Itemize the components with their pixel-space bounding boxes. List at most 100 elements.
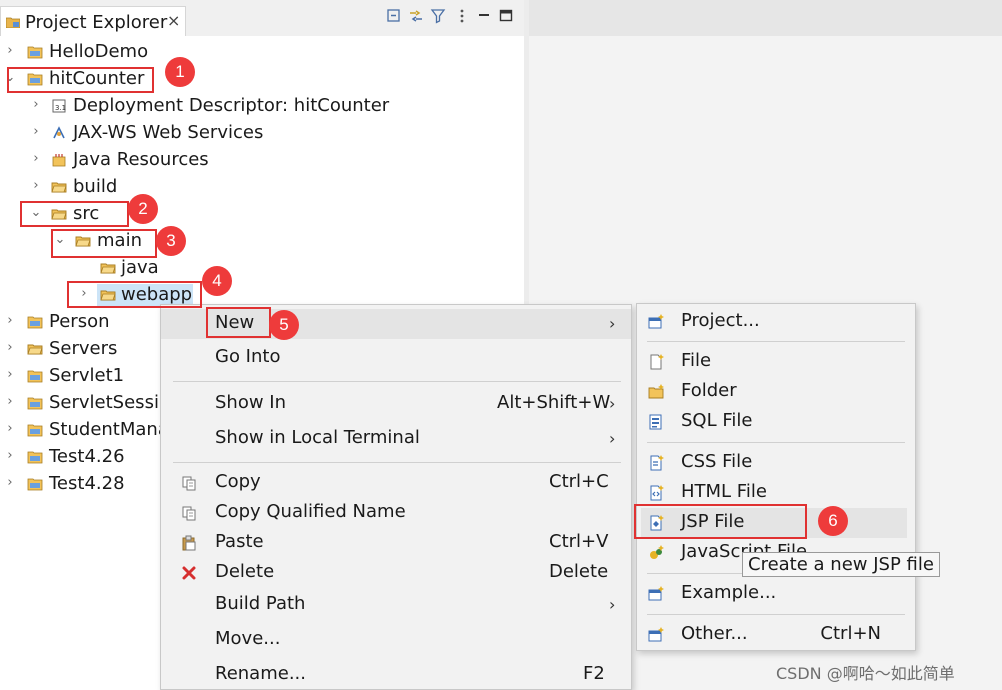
sql-file-icon <box>649 414 662 430</box>
menu-item-label: Show In <box>215 392 287 413</box>
annotation-box-jsp-file <box>634 504 807 539</box>
tree-item-label: java <box>121 257 159 278</box>
other-wizard-icon <box>648 627 664 642</box>
tree-item-label: Person <box>49 311 110 332</box>
menu-item-label: Rename... <box>215 663 306 684</box>
tree-item-label: JAX-WS Web Services <box>73 122 264 143</box>
menu-item-build-path[interactable]: Build Path › <box>161 590 631 620</box>
submenu-item-label: HTML File <box>681 481 767 502</box>
submenu-item-other[interactable]: Other... Ctrl+N <box>637 620 915 650</box>
submenu-item-label: Other... <box>681 623 748 644</box>
minimize-icon[interactable] <box>476 8 492 24</box>
submenu-item-shortcut: Ctrl+N <box>820 623 881 644</box>
menu-separator <box>647 614 905 615</box>
chevron-right-icon[interactable]: › <box>4 340 16 355</box>
chevron-right-icon[interactable]: › <box>30 97 42 112</box>
menu-item-label: Copy Qualified Name <box>215 501 406 522</box>
tree-item-hellodemo[interactable]: › HelloDemo <box>0 40 524 67</box>
tree-item-label: build <box>73 176 118 197</box>
submenu-item-label: File <box>681 350 712 371</box>
menu-item-go-into[interactable]: Go Into <box>161 343 631 373</box>
copy-icon <box>182 476 196 491</box>
menu-item-rename[interactable]: Rename... F2 <box>161 660 631 690</box>
menu-item-shortcut: Alt+Shift+W <box>497 392 611 413</box>
menu-separator <box>647 341 905 342</box>
menu-item-show-in-local-terminal[interactable]: Show in Local Terminal › <box>161 424 631 454</box>
menu-item-label: Delete <box>215 561 275 582</box>
tree-item-build[interactable]: › build <box>0 175 524 202</box>
new-folder-icon <box>648 384 664 399</box>
project-icon <box>27 316 43 329</box>
menu-separator <box>647 442 905 443</box>
folder-icon <box>100 263 116 274</box>
chevron-right-icon: › <box>609 595 616 614</box>
annotation-box-main <box>51 229 157 258</box>
menu-item-label: Show in Local Terminal <box>215 427 420 448</box>
step-badge: 4 <box>202 266 232 296</box>
tree-item-label: Servlet1 <box>49 365 125 386</box>
annotation-box-new <box>206 307 271 338</box>
chevron-right-icon[interactable]: › <box>4 448 16 463</box>
menu-item-show-in[interactable]: Show In Alt+Shift+W › <box>161 389 631 419</box>
filter-icon[interactable] <box>430 8 446 24</box>
chevron-right-icon[interactable]: › <box>30 124 42 139</box>
menu-item-shortcut: F2 <box>583 663 605 684</box>
submenu-item-sql-file[interactable]: SQL File <box>637 407 915 437</box>
tree-item-java[interactable]: java <box>0 256 524 283</box>
chevron-right-icon[interactable]: › <box>4 475 16 490</box>
watermark: CSDN @啊哈～如此简单 <box>776 664 955 683</box>
chevron-right-icon[interactable]: › <box>30 151 42 166</box>
step-badge: 6 <box>818 506 848 536</box>
submenu-item-folder[interactable]: Folder <box>637 377 915 407</box>
menu-item-shortcut: Delete <box>549 561 609 582</box>
menu-item-copy-qualified-name[interactable]: Copy Qualified Name <box>161 498 631 528</box>
submenu-item-file[interactable]: File <box>637 347 915 377</box>
menu-item-delete[interactable]: Delete Delete <box>161 558 631 588</box>
annotation-box-src <box>20 201 129 227</box>
project-icon <box>27 397 43 410</box>
chevron-right-icon[interactable]: › <box>4 421 16 436</box>
close-icon[interactable]: × <box>167 11 180 30</box>
submenu-item-label: SQL File <box>681 410 753 431</box>
menu-item-copy[interactable]: Copy Ctrl+C <box>161 468 631 498</box>
editor-header <box>529 0 1002 36</box>
maximize-icon[interactable] <box>498 8 514 24</box>
menu-item-move[interactable]: Move... <box>161 625 631 655</box>
chevron-right-icon[interactable]: › <box>4 367 16 382</box>
example-icon <box>648 586 664 601</box>
chevron-right-icon[interactable]: › <box>4 394 16 409</box>
step-badge: 3 <box>156 226 186 256</box>
submenu-item-label: CSS File <box>681 451 753 472</box>
tree-item-label: Java Resources <box>73 149 209 170</box>
menu-separator <box>173 381 621 382</box>
submenu-item-project[interactable]: Project... <box>637 307 915 337</box>
menu-item-shortcut: Ctrl+V <box>549 531 609 552</box>
chevron-right-icon[interactable]: › <box>4 313 16 328</box>
collapse-all-icon[interactable] <box>386 8 402 24</box>
view-menu-icon[interactable] <box>454 8 470 24</box>
copy-qualified-name-icon <box>182 506 196 521</box>
tree-item-deployment-descriptor[interactable]: › 3.1 Deployment Descriptor: hitCounter <box>0 94 524 121</box>
tree-item-jax-ws[interactable]: › JAX-WS Web Services <box>0 121 524 148</box>
menu-item-label: Go Into <box>215 346 281 367</box>
tree-item-java-resources[interactable]: › Java Resources <box>0 148 524 175</box>
menu-item-label: Move... <box>215 628 281 649</box>
tree-item-label: Deployment Descriptor: hitCounter <box>73 95 390 116</box>
project-explorer-tab[interactable]: Project Explorer × <box>0 6 186 36</box>
menu-item-paste[interactable]: Paste Ctrl+V <box>161 528 631 558</box>
project-explorer-title: Project Explorer <box>25 12 168 33</box>
tree-item-label: Servers <box>49 338 118 359</box>
submenu-item-css-file[interactable]: CSS File <box>637 448 915 478</box>
link-with-editor-icon[interactable] <box>408 8 424 24</box>
chevron-right-icon[interactable]: › <box>4 43 16 58</box>
submenu-item-example[interactable]: Example... <box>637 579 915 609</box>
folder-icon <box>51 182 67 193</box>
css-file-icon <box>650 455 664 471</box>
chevron-right-icon[interactable]: › <box>30 178 42 193</box>
step-badge: 1 <box>165 57 195 87</box>
project-icon <box>27 424 43 437</box>
step-badge: 2 <box>128 194 158 224</box>
context-menu: New › Go Into Show In Alt+Shift+W › Show… <box>160 304 632 690</box>
project-icon <box>27 370 43 383</box>
chevron-right-icon: › <box>609 429 616 448</box>
